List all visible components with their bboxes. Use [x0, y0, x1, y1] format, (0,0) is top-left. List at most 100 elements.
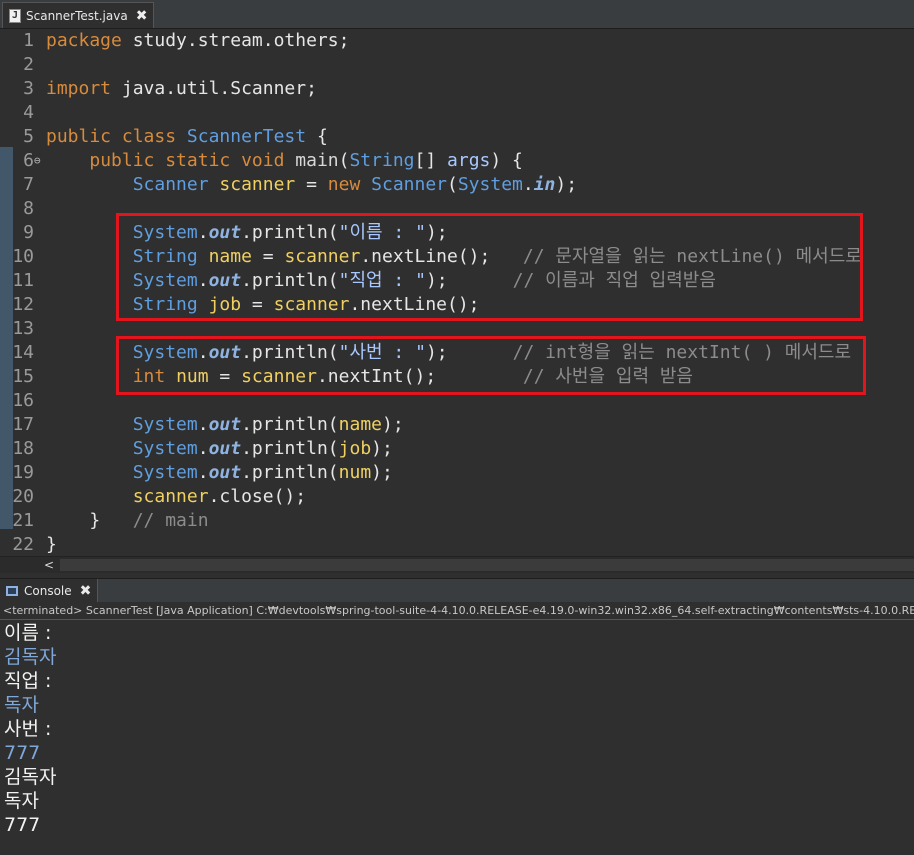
code-token: System: [132, 414, 198, 435]
code-token: (: [338, 150, 350, 171]
console-output-line: 독자: [4, 790, 39, 812]
code-token: );: [371, 438, 393, 459]
code-text: System.out.println(job);: [46, 437, 393, 461]
code-token: job: [338, 438, 372, 459]
code-token: name: [338, 414, 382, 435]
code-line[interactable]: 19 System.out.println(num);: [0, 461, 914, 485]
code-token: java.util.Scanner;: [121, 78, 317, 99]
tab-scannertest-java[interactable]: J ScannerTest.java ✖: [2, 2, 155, 28]
code-token: []: [414, 150, 448, 171]
code-token: Scanner: [371, 174, 447, 195]
code-line[interactable]: 1 package study.stream.others;: [0, 29, 914, 53]
code-token: ) {: [490, 150, 523, 171]
code-line[interactable]: 20 scanner.close();: [0, 485, 914, 509]
code-token: out: [208, 438, 242, 459]
close-icon[interactable]: ✖: [136, 8, 148, 24]
scrollbar-track[interactable]: [60, 559, 914, 571]
line-number: 3: [23, 78, 34, 99]
line-number: 22: [12, 534, 34, 555]
console-tab-bar: Console ✖: [0, 578, 914, 603]
code-line[interactable]: 6 ⊖ public static void main(String[] args…: [0, 149, 914, 173]
java-file-icon: J: [9, 8, 21, 23]
code-token: System: [132, 462, 198, 483]
code-line[interactable]: 22}: [0, 533, 914, 556]
code-token: =: [295, 174, 328, 195]
code-token: args: [447, 150, 491, 171]
console-output-line: 이름 :: [4, 622, 58, 644]
code-text: package study.stream.others;: [46, 29, 349, 53]
code-token: .println(: [241, 438, 339, 459]
line-number: 21: [12, 510, 34, 531]
line-number: 14: [12, 342, 34, 363]
code-token: scanner: [132, 486, 209, 507]
code-token: .: [197, 414, 209, 435]
line-number: 17: [12, 414, 34, 435]
fold-collapse-icon[interactable]: ⊖: [34, 149, 41, 173]
code-token: import: [46, 78, 112, 99]
line-number: 16: [12, 390, 34, 411]
line-number: 9: [23, 222, 34, 243]
code-text: }: [46, 533, 57, 556]
scroll-left-icon[interactable]: <: [44, 557, 54, 573]
code-text: public class ScannerTest {: [46, 125, 328, 149]
code-token: {: [306, 126, 328, 147]
code-text: public static void main(String[] args) {: [46, 149, 523, 173]
code-line[interactable]: 18 System.out.println(job);: [0, 437, 914, 461]
code-text: System.out.println(name);: [46, 413, 404, 437]
code-token: );: [555, 174, 578, 195]
code-token: .close();: [208, 486, 307, 507]
code-text: scanner.close();: [46, 485, 306, 509]
line-number: 20: [12, 486, 34, 507]
close-icon[interactable]: ✖: [80, 583, 92, 599]
line-number: 12: [12, 294, 34, 315]
code-line[interactable]: 21 } // main: [0, 509, 914, 533]
code-token: // main: [132, 510, 209, 531]
highlight-box-num: [116, 336, 866, 395]
tab-console[interactable]: Console ✖: [0, 579, 99, 603]
line-number: 2: [23, 54, 34, 75]
console-icon: [6, 586, 18, 596]
code-editor[interactable]: 1 package study.stream.others; 2 3 import ja…: [0, 29, 914, 556]
line-number: 5: [23, 126, 34, 147]
console-output[interactable]: 이름 : 김독자 직업 : 독자 사번 : 777 김독자 독자 777: [0, 621, 914, 855]
code-line[interactable]: 3 import java.util.Scanner;: [0, 77, 914, 101]
line-number: 10: [12, 246, 34, 267]
code-token: ScannerTest: [186, 126, 307, 147]
line-number: 13: [12, 318, 34, 339]
editor-tab-bar: J ScannerTest.java ✖: [0, 0, 914, 29]
code-token: );: [382, 414, 404, 435]
line-number: 7: [23, 174, 34, 195]
code-token: public class: [46, 126, 187, 147]
code-token: in: [533, 174, 556, 195]
line-number: 11: [12, 270, 34, 291]
code-token: .println(: [241, 414, 339, 435]
code-line[interactable]: 5 public class ScannerTest {: [0, 125, 914, 149]
code-token: );: [371, 462, 393, 483]
code-line[interactable]: 17 System.out.println(name);: [0, 413, 914, 437]
code-line[interactable]: 7 Scanner scanner = new Scanner(System.i…: [0, 173, 914, 197]
horizontal-scrollbar[interactable]: <: [0, 556, 914, 573]
code-token: System: [132, 438, 198, 459]
line-number: 19: [12, 462, 34, 483]
code-token: .println(: [241, 462, 339, 483]
code-text: Scanner scanner = new Scanner(System.in)…: [46, 173, 577, 197]
code-token: num: [338, 462, 372, 483]
console-output-line: 김독자: [4, 766, 57, 788]
code-token: }: [46, 534, 57, 555]
tab-title: ScannerTest.java: [26, 8, 128, 23]
code-token: .: [197, 462, 209, 483]
code-line[interactable]: 4: [0, 101, 914, 125]
line-number: 6: [23, 150, 34, 171]
code-token: .: [522, 174, 534, 195]
code-line[interactable]: 2: [0, 53, 914, 77]
code-token: Scanner: [132, 174, 209, 195]
console-input-line: 독자: [4, 694, 39, 716]
code-token: study.stream.others;: [132, 30, 350, 51]
code-token: new: [327, 174, 372, 195]
console-status-line: <terminated> ScannerTest [Java Applicati…: [0, 602, 914, 620]
